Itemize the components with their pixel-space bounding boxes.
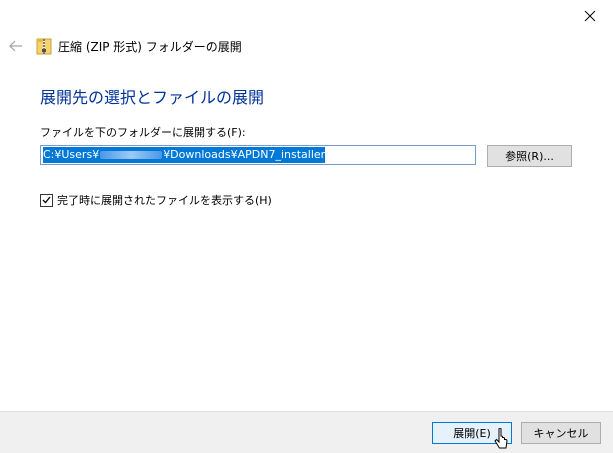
zip-folder-icon	[36, 37, 52, 55]
page-heading: 展開先の選択とファイルの展開	[40, 88, 265, 107]
cancel-button[interactable]: キャンセル	[521, 422, 601, 444]
destination-path-input[interactable]: C:¥Users¥ ¥Downloads¥APDN7_installer	[40, 145, 476, 165]
title-row: 圧縮 (ZIP 形式) フォルダーの展開	[36, 36, 242, 56]
close-button[interactable]	[567, 0, 613, 31]
back-button[interactable]	[6, 36, 26, 56]
button-bar: 展開(E) キャンセル	[0, 411, 613, 453]
mouse-cursor-icon	[494, 428, 508, 449]
back-arrow-icon	[9, 40, 22, 52]
show-files-checkbox[interactable]	[40, 193, 53, 207]
extract-dialog: 圧縮 (ZIP 形式) フォルダーの展開 展開先の選択とファイルの展開 ファイル…	[0, 0, 613, 453]
browse-button[interactable]: 参照(R)...	[487, 145, 572, 167]
show-files-label: 完了時に展開されたファイルを表示する(H)	[57, 194, 272, 207]
window-title: 圧縮 (ZIP 形式) フォルダーの展開	[58, 39, 242, 54]
destination-label: ファイルを下のフォルダーに展開する(F):	[40, 126, 246, 139]
path-suffix: ¥Downloads¥APDN7_installer	[163, 148, 326, 161]
path-prefix: C:¥Users¥	[43, 148, 100, 161]
show-files-option[interactable]: 完了時に展開されたファイルを表示する(H)	[40, 192, 272, 208]
redacted-username	[100, 151, 163, 159]
close-icon	[584, 10, 596, 21]
checkmark-icon	[42, 196, 51, 204]
destination-path-text: C:¥Users¥ ¥Downloads¥APDN7_installer	[43, 147, 326, 163]
